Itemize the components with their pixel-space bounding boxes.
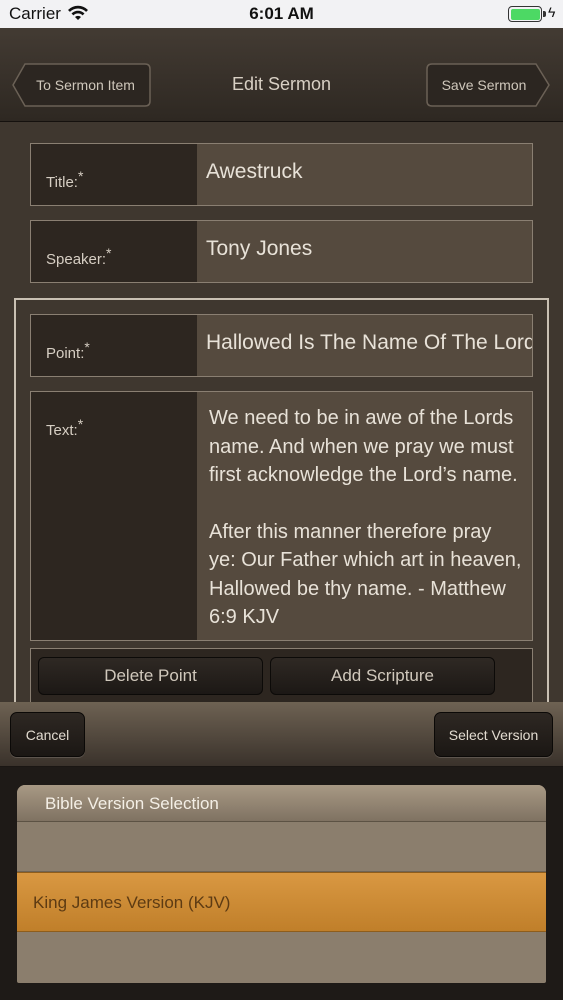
title-label-text: Title: xyxy=(46,174,78,191)
select-version-button[interactable]: Select Version xyxy=(434,712,553,757)
charging-icon: ϟ xyxy=(548,4,556,20)
picker-row-empty xyxy=(17,822,546,872)
text-paragraph: After this manner therefore pray ye: Our… xyxy=(209,520,522,629)
battery-tip xyxy=(543,11,546,17)
title-row: Title:* Awestruck xyxy=(30,143,533,206)
speaker-input[interactable]: Tony Jones xyxy=(197,221,532,282)
title-input[interactable]: Awestruck xyxy=(197,144,532,205)
cancel-button[interactable]: Cancel xyxy=(10,712,85,757)
text-paragraph: We need to be in awe of the Lords name. … xyxy=(209,407,518,486)
text-row: Text:* We need to be in awe of the Lords… xyxy=(30,391,533,641)
required-marker: * xyxy=(84,339,90,355)
point-actions: Delete Point Add Scripture xyxy=(30,648,533,703)
picker-option-kjv[interactable]: King James Version (KJV) xyxy=(17,872,546,932)
battery-icon xyxy=(508,6,542,22)
point-row: Point:* Hallowed Is The Name Of The Lord xyxy=(30,314,533,377)
speaker-row: Speaker:* Tony Jones xyxy=(30,220,533,283)
speaker-label-text: Speaker: xyxy=(46,251,107,268)
save-button-label: Save Sermon xyxy=(441,77,527,93)
picker-row-empty xyxy=(17,932,546,983)
title-label: Title:* xyxy=(31,144,197,205)
picker-header: Bible Version Selection xyxy=(17,785,546,822)
picker-toolbar: Cancel Select Version xyxy=(0,702,563,767)
text-label: Text:* xyxy=(31,392,197,640)
text-label-text: Text: xyxy=(46,422,78,439)
required-marker: * xyxy=(106,245,112,261)
nav-bar: To Sermon Item Edit Sermon Save Sermon xyxy=(0,28,563,122)
required-marker: * xyxy=(77,168,84,184)
point-label: Point:* xyxy=(31,315,197,376)
required-marker: * xyxy=(77,416,84,432)
clock: 6:01 AM xyxy=(249,4,314,23)
delete-point-button[interactable]: Delete Point xyxy=(38,657,263,695)
point-input[interactable]: Hallowed Is The Name Of The Lord xyxy=(197,315,532,376)
speaker-label: Speaker:* xyxy=(31,221,197,282)
add-scripture-button[interactable]: Add Scripture xyxy=(270,657,495,695)
point-label-text: Point: xyxy=(46,345,85,362)
text-input[interactable]: We need to be in awe of the Lords name. … xyxy=(197,392,532,640)
bible-version-picker[interactable]: Bible Version Selection King James Versi… xyxy=(17,785,546,983)
status-bar: Carrier 6:01 AM ϟ xyxy=(0,0,563,28)
save-sermon-button[interactable]: Save Sermon xyxy=(426,63,550,107)
